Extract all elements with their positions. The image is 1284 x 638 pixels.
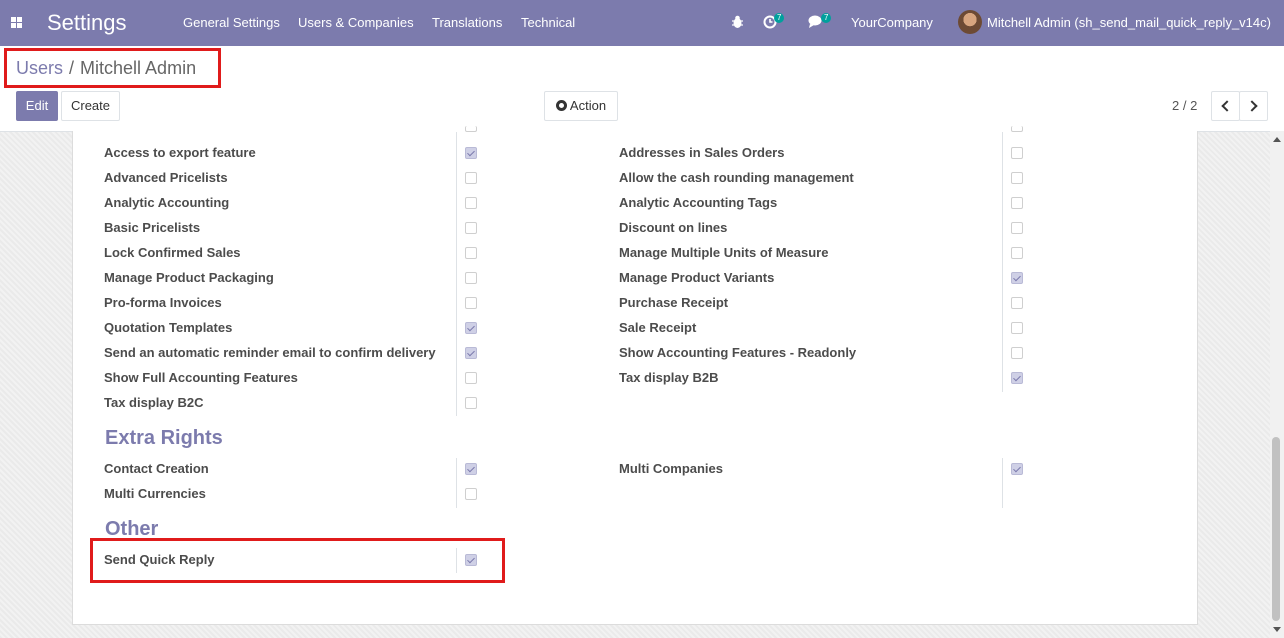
field-label-analytic-accounting-tags: Analytic Accounting Tags [619,195,778,210]
checkbox-analytic-accounting[interactable] [465,197,477,209]
create-button[interactable]: Create [61,91,120,121]
partial-checkbox [465,126,477,132]
menu-translations[interactable]: Translations [432,15,502,30]
scrollbar-thumb[interactable] [1272,437,1280,621]
checkbox-access-to-export-feature[interactable] [465,147,477,159]
column-divider [456,132,457,416]
field-label-advanced-pricelists: Advanced Pricelists [104,170,228,185]
send-quick-reply-highlight-box [90,538,505,583]
menu-general-settings[interactable]: General Settings [183,15,280,30]
checkbox-show-full-accounting-features[interactable] [465,372,477,384]
action-dropdown-button[interactable]: Action [544,91,618,121]
edit-button[interactable]: Edit [16,91,58,121]
partial-checkbox [1011,126,1023,132]
checkbox-manage-multiple-units-of-measure[interactable] [1011,247,1023,259]
field-label-contact-creation: Contact Creation [104,461,209,476]
field-label-analytic-accounting: Analytic Accounting [104,195,230,210]
checkbox-basic-pricelists[interactable] [465,222,477,234]
bug-icon[interactable] [731,15,744,29]
checkbox-contact-creation[interactable] [465,463,477,475]
checkbox-lock-confirmed-sales[interactable] [465,247,477,259]
pager-previous-button[interactable] [1211,91,1240,121]
column-divider [1002,458,1003,508]
user-menu[interactable]: Mitchell Admin (sh_send_mail_quick_reply… [987,15,1271,30]
checkbox-advanced-pricelists[interactable] [465,172,477,184]
field-label-quotation-templates: Quotation Templates [104,320,233,335]
checkbox-allow-the-cash-rounding-management[interactable] [1011,172,1023,184]
checkbox-tax-display-b2b[interactable] [1011,372,1023,384]
chevron-right-icon [1246,100,1258,112]
field-label-multi-currencies: Multi Currencies [104,486,206,501]
gear-icon [555,100,567,111]
field-label-basic-pricelists: Basic Pricelists [104,220,201,235]
checkbox-manage-product-variants[interactable] [1011,272,1023,284]
message-count-badge: 7 [821,13,832,23]
extra-rights-title: Extra Rights [105,427,223,449]
field-label-sale-receipt: Sale Receipt [619,320,697,335]
field-label-tax-display-b2b: Tax display B2B [619,370,719,385]
field-label-manage-product-packaging: Manage Product Packaging [104,270,274,285]
field-label-lock-confirmed-sales: Lock Confirmed Sales [104,245,241,260]
field-label-pro-forma-invoices: Pro-forma Invoices [104,295,222,310]
field-label-tax-display-b2c: Tax display B2C [104,395,204,410]
checkbox-multi-currencies[interactable] [465,488,477,500]
checkbox-discount-on-lines[interactable] [1011,222,1023,234]
checkbox-tax-display-b2c[interactable] [465,397,477,409]
checkbox-quotation-templates[interactable] [465,322,477,334]
user-avatar[interactable] [958,10,982,34]
pager-value[interactable]: 2 / 2 [1172,98,1197,113]
company-switcher[interactable]: YourCompany [851,15,933,30]
menu-technical[interactable]: Technical [521,15,575,30]
checkbox-pro-forma-invoices[interactable] [465,297,477,309]
activity-count-badge: 7 [774,13,785,23]
chevron-left-icon [1221,100,1233,112]
field-label-manage-multiple-units-of-measure: Manage Multiple Units of Measure [619,245,829,260]
checkbox-addresses-in-sales-orders[interactable] [1011,147,1023,159]
column-divider [1002,132,1003,392]
scroll-down-arrow-icon[interactable] [1273,627,1281,632]
scroll-up-arrow-icon[interactable] [1273,137,1281,142]
pager-next-button[interactable] [1239,91,1268,121]
checkbox-purchase-receipt[interactable] [1011,297,1023,309]
field-label-send-an-automatic-reminder-email-to-confirm-delivery: Send an automatic reminder email to conf… [104,345,436,360]
checkbox-multi-companies[interactable] [1011,463,1023,475]
app-title[interactable]: Settings [47,10,127,36]
checkbox-send-an-automatic-reminder-email-to-confirm-delivery[interactable] [465,347,477,359]
action-label: Action [569,98,607,113]
checkbox-manage-product-packaging[interactable] [465,272,477,284]
field-label-multi-companies: Multi Companies [619,461,724,476]
top-navbar: Settings General Settings Users & Compan… [0,0,1284,46]
field-label-show-full-accounting-features: Show Full Accounting Features [104,370,298,385]
field-label-show-accounting-features-readonly: Show Accounting Features - Readonly [619,345,857,360]
checkbox-sale-receipt[interactable] [1011,322,1023,334]
field-label-allow-the-cash-rounding-management: Allow the cash rounding management [619,170,854,185]
field-label-manage-product-variants: Manage Product Variants [619,270,775,285]
menu-users-companies[interactable]: Users & Companies [298,15,414,30]
column-divider [456,458,457,508]
field-label-purchase-receipt: Purchase Receipt [619,295,729,310]
checkbox-analytic-accounting-tags[interactable] [1011,197,1023,209]
field-label-access-to-export-feature: Access to export feature [104,145,256,160]
checkbox-show-accounting-features-readonly[interactable] [1011,347,1023,359]
field-label-addresses-in-sales-orders: Addresses in Sales Orders [619,145,785,160]
field-label-discount-on-lines: Discount on lines [619,220,728,235]
breadcrumb-highlight-box [4,48,221,88]
apps-menu-icon[interactable] [11,17,22,28]
